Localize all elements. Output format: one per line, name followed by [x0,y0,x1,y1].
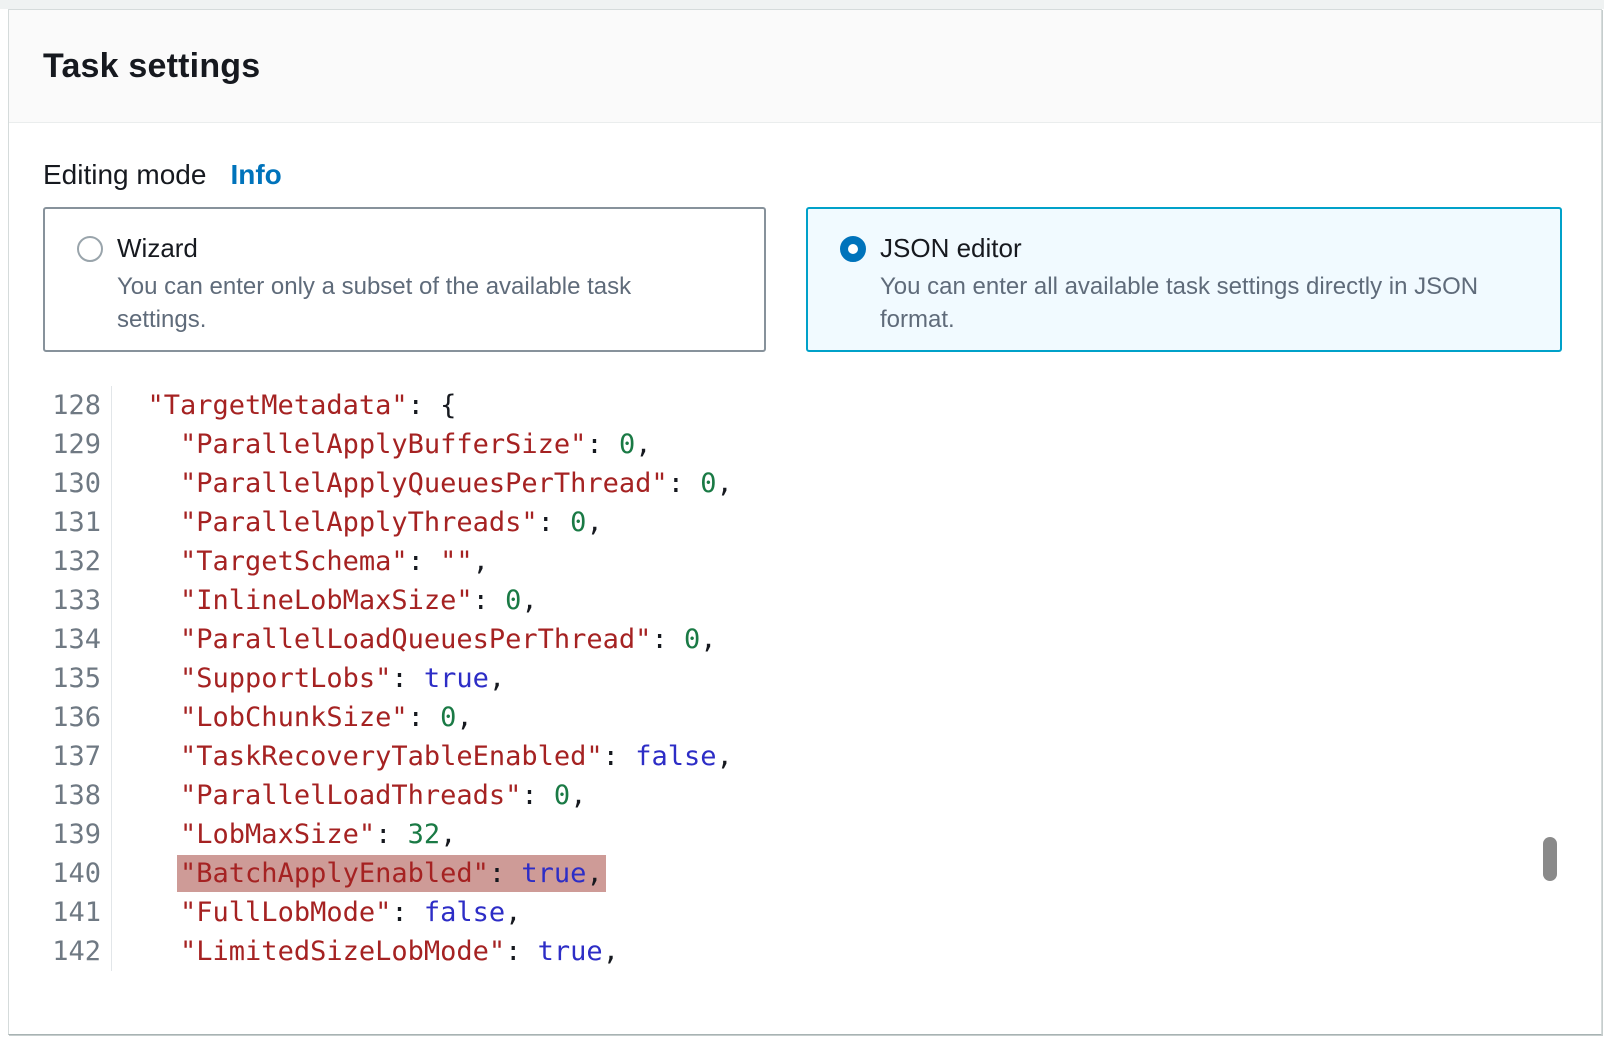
code-text: "TargetSchema": "", [112,542,489,581]
line-number: 135 [9,659,112,698]
line-number: 141 [9,893,112,932]
code-text: "ParallelApplyBufferSize": 0, [112,425,651,464]
code-line[interactable]: 129 "ParallelApplyBufferSize": 0, [9,425,1601,464]
wizard-option-description: You can enter only a subset of the avail… [117,270,717,336]
code-line[interactable]: 133 "InlineLobMaxSize": 0, [9,581,1601,620]
line-number: 142 [9,932,112,971]
json-editor-option-tile[interactable]: JSON editor You can enter all available … [806,207,1562,352]
code-line[interactable]: 134 "ParallelLoadQueuesPerThread": 0, [9,620,1601,659]
line-number: 129 [9,425,112,464]
json-code-editor[interactable]: 128 "TargetMetadata": {129 "ParallelAppl… [9,386,1601,971]
code-line[interactable]: 138 "ParallelLoadThreads": 0, [9,776,1601,815]
wizard-radio-row: Wizard [77,233,736,264]
code-text: "ParallelApplyThreads": 0, [112,503,603,542]
code-text: "FullLobMode": false, [112,893,521,932]
info-link[interactable]: Info [230,159,281,191]
code-text: "BatchApplyEnabled": true, [112,854,603,893]
scrollbar-thumb[interactable] [1543,837,1557,881]
line-number: 131 [9,503,112,542]
code-text: "SupportLobs": true, [112,659,505,698]
code-text: "TaskRecoveryTableEnabled": false, [112,737,733,776]
line-number: 133 [9,581,112,620]
code-line[interactable]: 132 "TargetSchema": "", [9,542,1601,581]
line-number: 137 [9,737,112,776]
code-line[interactable]: 141 "FullLobMode": false, [9,893,1601,932]
code-line[interactable]: 142 "LimitedSizeLobMode": true, [9,932,1601,971]
line-number: 132 [9,542,112,581]
line-number: 128 [9,386,112,425]
wizard-radio-button[interactable] [77,236,103,262]
line-number: 139 [9,815,112,854]
json-editor-option-description: You can enter all available task setting… [880,270,1480,336]
code-line[interactable]: 137 "TaskRecoveryTableEnabled": false, [9,737,1601,776]
line-number: 134 [9,620,112,659]
json-editor-radio-row: JSON editor [840,233,1532,264]
code-line[interactable]: 135 "SupportLobs": true, [9,659,1601,698]
highlighted-code: "BatchApplyEnabled": true, [180,858,603,889]
line-number: 140 [9,854,112,893]
code-line[interactable]: 131 "ParallelApplyThreads": 0, [9,503,1601,542]
code-text: "LimitedSizeLobMode": true, [112,932,619,971]
line-number: 130 [9,464,112,503]
code-line[interactable]: 140 "BatchApplyEnabled": true, [9,854,1601,893]
code-text: "LobMaxSize": 32, [112,815,456,854]
editing-mode-tiles: Wizard You can enter only a subset of th… [43,207,1562,352]
code-text: "ParallelApplyQueuesPerThread": 0, [112,464,733,503]
json-editor-option-label: JSON editor [880,233,1022,264]
code-text: "TargetMetadata": { [112,386,456,425]
code-text: "ParallelLoadQueuesPerThread": 0, [112,620,716,659]
code-text: "LobChunkSize": 0, [112,698,473,737]
line-number: 136 [9,698,112,737]
editing-mode-label: Editing mode [43,159,206,191]
code-line[interactable]: 128 "TargetMetadata": { [9,386,1601,425]
code-text: "InlineLobMaxSize": 0, [112,581,538,620]
wizard-option-tile[interactable]: Wizard You can enter only a subset of th… [43,207,766,352]
task-settings-panel: Task settings Editing mode Info Wizard Y… [8,9,1602,1035]
code-editor-lines: 128 "TargetMetadata": {129 "ParallelAppl… [9,386,1601,971]
editing-mode-row: Editing mode Info [43,159,1567,191]
panel-header: Task settings [9,10,1601,123]
code-line[interactable]: 136 "LobChunkSize": 0, [9,698,1601,737]
page-title: Task settings [43,47,260,86]
page-top-strip [0,0,1604,9]
wizard-option-label: Wizard [117,233,198,264]
code-line[interactable]: 130 "ParallelApplyQueuesPerThread": 0, [9,464,1601,503]
code-text: "ParallelLoadThreads": 0, [112,776,586,815]
code-line[interactable]: 139 "LobMaxSize": 32, [9,815,1601,854]
line-number: 138 [9,776,112,815]
json-editor-radio-button[interactable] [840,236,866,262]
